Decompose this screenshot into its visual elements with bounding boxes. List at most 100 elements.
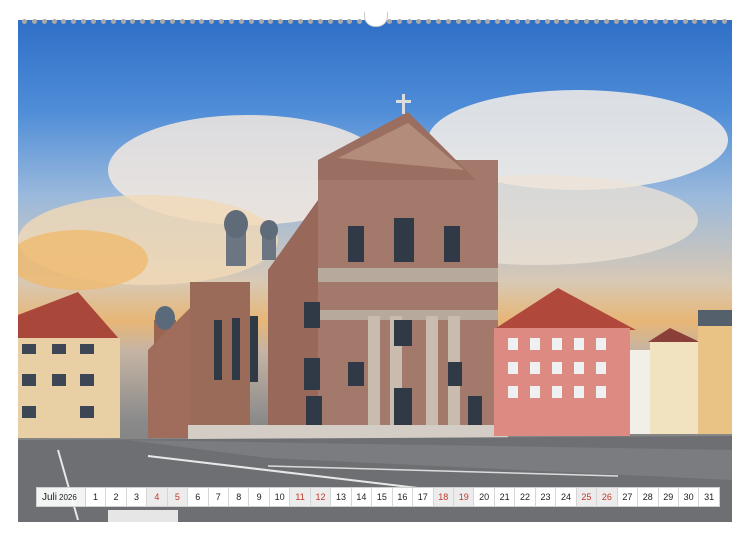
binding-ring <box>229 18 235 24</box>
binding-ring <box>505 18 511 24</box>
day-cell: 1 <box>85 488 107 506</box>
day-cell: 20 <box>474 488 495 506</box>
binding-ring <box>61 18 67 24</box>
binding-ring <box>307 18 313 24</box>
binding-ring <box>465 18 471 24</box>
binding-ring <box>238 18 244 24</box>
day-cell: 10 <box>269 488 291 506</box>
binding-ring <box>712 18 718 24</box>
binding-ring <box>603 18 609 24</box>
binding-ring <box>71 18 77 24</box>
binding-ring <box>219 18 225 24</box>
day-cell: 30 <box>678 488 700 506</box>
binding-ring <box>169 18 175 24</box>
binding-ring <box>524 18 530 24</box>
binding-ring <box>140 18 146 24</box>
binding-ring <box>682 18 688 24</box>
binding-ring <box>406 18 412 24</box>
day-cell: 5 <box>167 488 189 506</box>
binding-ring <box>643 18 649 24</box>
binding-ring <box>91 18 97 24</box>
binding-ring <box>475 18 481 24</box>
day-cell: 15 <box>372 488 393 506</box>
binding-ring <box>357 18 363 24</box>
binding-ring <box>672 18 678 24</box>
binding-ring <box>485 18 491 24</box>
day-cell: 24 <box>556 488 577 506</box>
binding-ring <box>258 18 264 24</box>
binding-ring <box>623 18 629 24</box>
binding-ring <box>583 18 589 24</box>
binding-ring <box>692 18 698 24</box>
day-cell: 25 <box>576 488 598 506</box>
binding-ring <box>317 18 323 24</box>
binding-ring <box>100 18 106 24</box>
binding-ring <box>554 18 560 24</box>
day-cell: 26 <box>597 488 618 506</box>
binding-ring <box>209 18 215 24</box>
binding-ring <box>337 18 343 24</box>
day-cell: 31 <box>699 488 719 506</box>
binding-ring <box>426 18 432 24</box>
day-cell: 3 <box>126 488 148 506</box>
binding-ring <box>455 18 461 24</box>
binding-ring <box>347 18 353 24</box>
day-cell: 16 <box>392 488 414 506</box>
day-cell: 8 <box>228 488 250 506</box>
day-cell: 2 <box>106 488 127 506</box>
day-list: 1 2 3 4 5 6 7 8 9 10 11 12 13 14 15 16 17 18 19 20 21 22 23 24 2… <box>85 488 719 506</box>
day-cell: 18 <box>433 488 454 506</box>
binding-ring <box>722 18 728 24</box>
day-cell: 11 <box>290 488 311 506</box>
day-cell: 22 <box>515 488 536 506</box>
year-label: 2026 <box>59 492 77 502</box>
day-cell: 14 <box>351 488 373 506</box>
binding-ring <box>702 18 708 24</box>
day-cell: 6 <box>188 488 209 506</box>
binding-ring <box>653 18 658 24</box>
binding-ring <box>31 18 37 24</box>
day-cell: 7 <box>208 488 229 506</box>
binding-ring <box>445 18 451 24</box>
day-cell: 13 <box>331 488 352 506</box>
day-cell: 4 <box>147 488 168 506</box>
binding-ring <box>288 18 294 24</box>
binding-ring <box>150 18 156 24</box>
binding-ring <box>41 18 47 24</box>
binding-ring <box>51 18 57 24</box>
calendar-photo <box>18 20 732 522</box>
month-name: Juli <box>42 491 58 503</box>
day-cell: 21 <box>494 488 516 506</box>
photo-illustration <box>18 90 732 522</box>
binding-ring <box>130 18 136 24</box>
calendar-page: Juli 2026 1 2 3 4 5 6 7 8 9 10 11 12 13 14 15 16 17 18 19 2… <box>0 0 750 540</box>
date-strip: Juli 2026 1 2 3 4 5 6 7 8 9 10 11 12 13 14 15 16 17 18 19 2… <box>36 487 720 507</box>
binding-ring <box>199 18 205 24</box>
binding-ring <box>495 18 501 24</box>
binding-ring <box>179 18 185 24</box>
binding-ring <box>189 18 195 24</box>
binding-ring <box>633 18 639 24</box>
binding-ring <box>662 18 668 24</box>
day-cell: 29 <box>658 488 679 506</box>
day-cell: 12 <box>310 488 332 506</box>
binding-ring <box>22 18 27 24</box>
month-label: Juli 2026 <box>37 488 86 506</box>
binding-ring <box>120 18 126 24</box>
binding-ring <box>396 18 402 24</box>
binding-ring <box>110 18 116 24</box>
binding-ring <box>278 18 284 24</box>
binding-ring <box>514 18 520 24</box>
binding-ring <box>436 18 442 24</box>
binding-ring <box>593 18 599 24</box>
binding-ring <box>613 18 619 24</box>
binding-ring <box>386 18 392 24</box>
day-cell: 28 <box>638 488 659 506</box>
day-cell: 27 <box>617 488 639 506</box>
day-cell: 9 <box>249 488 270 506</box>
binding-ring <box>298 18 304 24</box>
day-cell: 17 <box>413 488 434 506</box>
binding-ring <box>534 18 540 24</box>
binding-ring <box>544 18 550 24</box>
day-cell: 19 <box>453 488 475 506</box>
